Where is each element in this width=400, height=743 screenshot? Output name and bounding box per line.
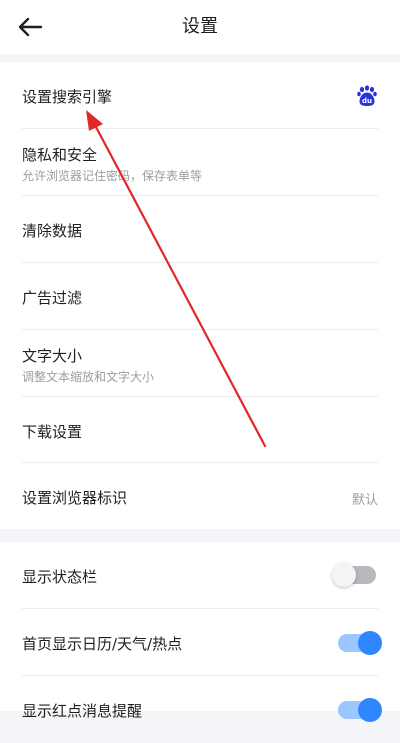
top-bar: 设置 [0, 0, 400, 54]
setting-label: 隐私和安全 [22, 146, 98, 164]
setting-ad-filter[interactable]: 广告过滤 [0, 263, 400, 330]
setting-label: 广告过滤 [22, 289, 83, 307]
settings-group-general: 设置搜索引擎 du 隐私和安全 允许浏览器记住密码，保存表单等 清除数据 广告过… [0, 62, 400, 529]
setting-user-agent[interactable]: 设置浏览器标识 默认 [0, 463, 400, 529]
setting-download[interactable]: 下载设置 [0, 397, 400, 463]
setting-clear-data[interactable]: 清除数据 [0, 196, 400, 263]
setting-label: 显示状态栏 [22, 568, 98, 586]
setting-search-engine[interactable]: 设置搜索引擎 du [0, 62, 400, 129]
setting-label: 首页显示日历/天气/热点 [22, 635, 183, 653]
setting-label: 设置搜索引擎 [22, 88, 113, 106]
setting-value: 默认 [351, 493, 378, 508]
setting-privacy-security[interactable]: 隐私和安全 允许浏览器记住密码，保存表单等 [0, 129, 400, 196]
settings-group-display: 显示状态栏 首页显示日历/天气/热点 显示红点消息提醒 [0, 542, 400, 722]
setting-label: 文字大小 [22, 347, 83, 365]
status-bar-toggle[interactable] [332, 563, 376, 587]
back-button[interactable] [14, 12, 46, 42]
svg-text:du: du [362, 97, 372, 105]
baidu-logo-icon: du [357, 85, 377, 106]
setting-label: 清除数据 [22, 222, 83, 240]
red-dot-toggle[interactable] [338, 698, 382, 722]
setting-red-dot-notice: 显示红点消息提醒 [0, 676, 400, 743]
setting-home-calendar-weather: 首页显示日历/天气/热点 [0, 609, 400, 676]
setting-description: 允许浏览器记住密码，保存表单等 [22, 169, 203, 183]
home-calendar-toggle[interactable] [338, 631, 382, 655]
setting-show-status-bar: 显示状态栏 [0, 542, 400, 609]
setting-label: 设置浏览器标识 [22, 489, 128, 507]
page-title: 设置 [182, 16, 218, 37]
setting-label: 下载设置 [22, 423, 83, 441]
setting-description: 调整文本缩放和文字大小 [22, 370, 155, 384]
setting-text-size[interactable]: 文字大小 调整文本缩放和文字大小 [0, 330, 400, 397]
arrow-left-icon [18, 17, 43, 37]
